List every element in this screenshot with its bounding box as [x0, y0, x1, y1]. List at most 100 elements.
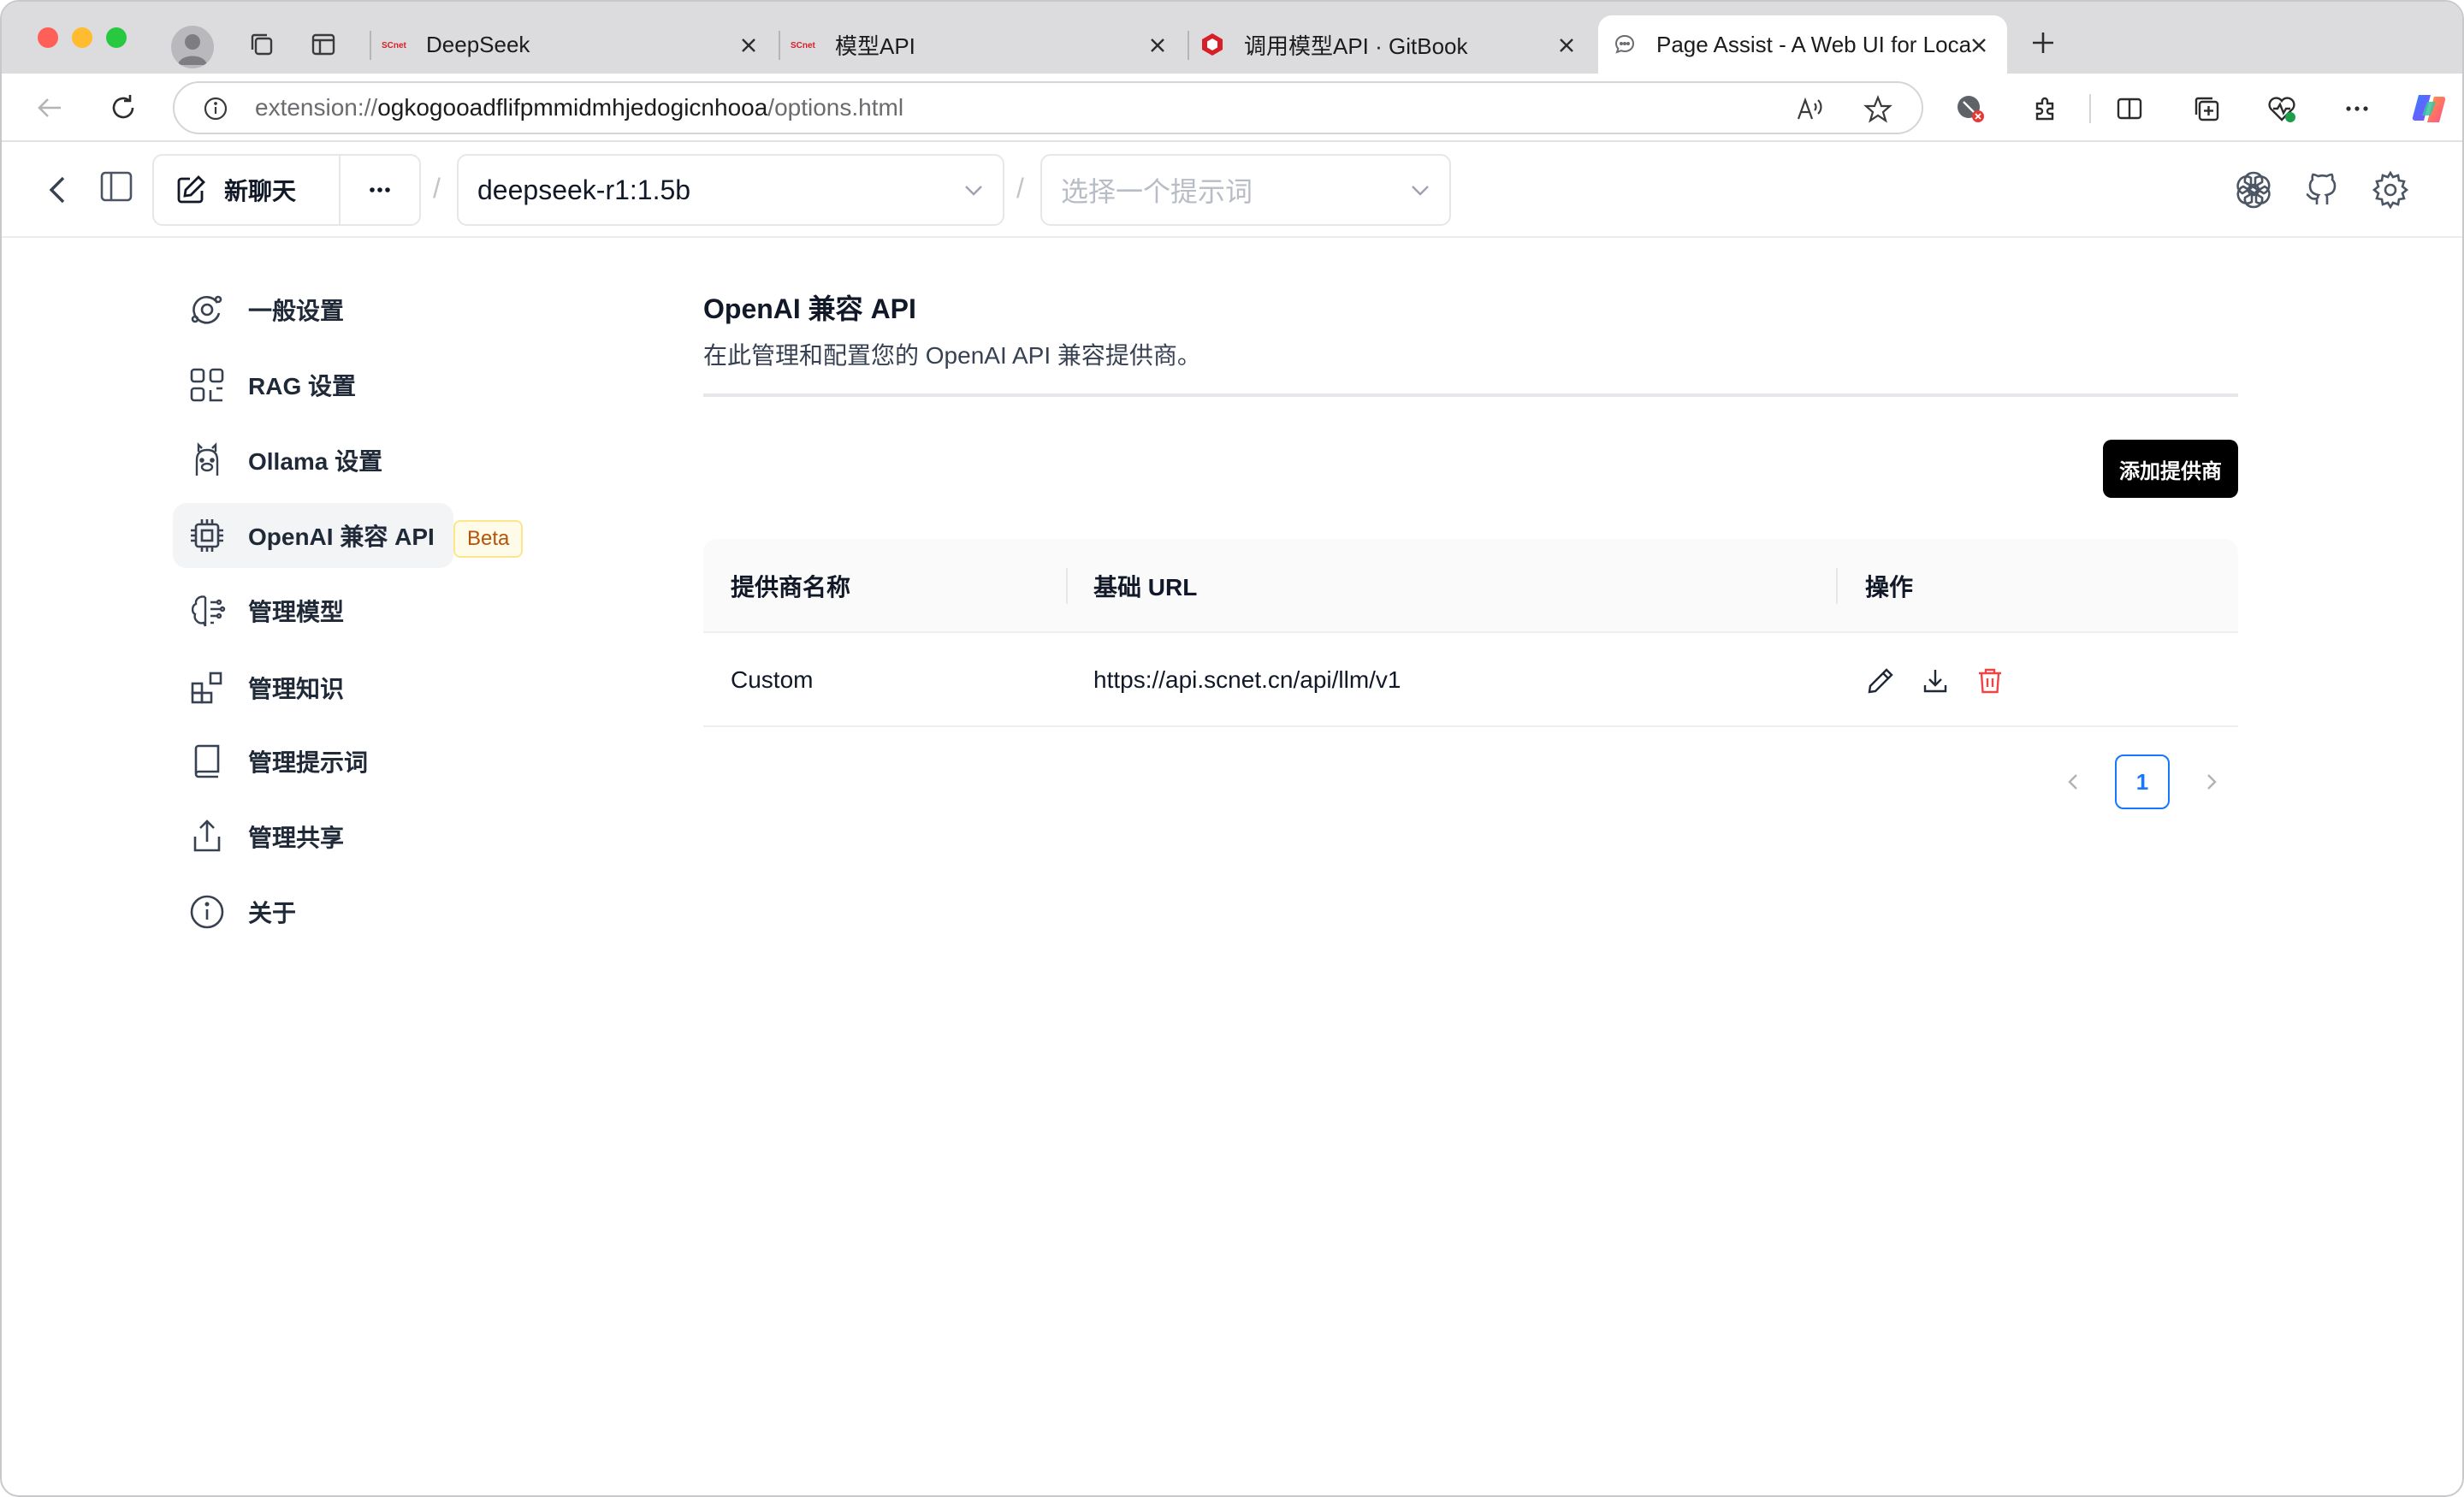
sidebar-item-label: 管理知识	[248, 676, 345, 702]
reload-icon[interactable]	[106, 91, 140, 125]
split-screen-icon[interactable]	[2112, 91, 2147, 127]
person-icon	[178, 34, 207, 65]
providers-table: 提供商名称 基础 URL 操作 Custom https://api.scnet…	[703, 539, 2238, 727]
close-icon[interactable]	[734, 31, 763, 60]
next-page-chevron-icon[interactable]	[2197, 768, 2224, 796]
new-chat-group: 新聊天	[152, 154, 421, 226]
add-provider-button[interactable]: 添加提供商	[2103, 440, 2238, 498]
close-icon[interactable]	[1964, 31, 1993, 60]
browser-tab-page-assist[interactable]: Page Assist - A Web UI for Loca	[1598, 15, 2007, 74]
section-divider	[703, 393, 2238, 397]
more-options-button[interactable]	[341, 156, 419, 224]
browser-tab-deepseek[interactable]: SCnet DeepSeek	[378, 15, 777, 74]
tab-title: 调用模型API · GitBook	[1244, 33, 1468, 59]
column-header-actions: 操作	[1865, 574, 1914, 601]
page-number-current[interactable]: 1	[2115, 754, 2170, 809]
back-arrow-icon[interactable]	[33, 91, 67, 125]
tab-title: Page Assist - A Web UI for Loca	[1656, 31, 1972, 57]
address-url: extension://ogkogooadflifpmmidmhjedogicn…	[255, 94, 904, 121]
sidebar-item-label: 关于	[248, 900, 297, 926]
toolbar-separator	[2089, 94, 2091, 123]
blocked-extension-icon[interactable]	[1952, 91, 1988, 127]
page-title: OpenAI 兼容 API	[703, 293, 916, 324]
column-divider	[1836, 568, 1838, 604]
sidebar-item-label: RAG 设置	[248, 373, 357, 399]
sidebar-toggle-icon[interactable]	[94, 164, 139, 209]
sidebar-item-label: 管理提示词	[248, 749, 369, 776]
sidebar-item-about[interactable]: 关于	[173, 879, 296, 944]
more-menu-icon[interactable]	[2339, 91, 2375, 127]
read-aloud-icon[interactable]	[1793, 93, 1826, 126]
scnet-icon: SCnet	[791, 32, 816, 57]
extensions-puzzle-icon[interactable]	[2028, 91, 2064, 127]
github-icon[interactable]	[2300, 168, 2344, 212]
close-icon[interactable]	[1552, 31, 1581, 60]
chat-bubble-icon	[1612, 32, 1638, 57]
column-header-url: 基础 URL	[1093, 574, 1198, 601]
prev-page-chevron-icon[interactable]	[2060, 768, 2088, 796]
settings-gear-icon[interactable]	[2368, 168, 2413, 212]
tab-title: 模型API	[835, 33, 915, 59]
info-icon[interactable]	[202, 95, 229, 122]
tab-separator	[779, 31, 780, 60]
ellipsis-icon	[370, 187, 390, 192]
sidebar-item-label: 一般设置	[248, 298, 345, 324]
openai-logo-icon[interactable]	[2231, 168, 2276, 212]
info-icon	[187, 891, 228, 932]
brain-icon	[187, 590, 228, 631]
sidebar-item-models[interactable]: 管理模型	[173, 578, 344, 643]
browser-essentials-icon[interactable]	[2264, 91, 2300, 127]
edit-pencil-icon[interactable]	[1865, 666, 1896, 696]
profile-avatar[interactable]	[171, 26, 214, 68]
collections-icon[interactable]	[2189, 91, 2224, 127]
new-chat-label: 新聊天	[224, 178, 297, 204]
sidebar-item-label: 管理模型	[248, 599, 345, 625]
scan-icon	[187, 364, 228, 405]
new-chat-button[interactable]: 新聊天	[154, 156, 341, 224]
browser-tab-gitbook[interactable]: 调用模型API · GitBook	[1196, 15, 1595, 74]
close-icon[interactable]	[1143, 31, 1172, 60]
prompt-select[interactable]: 选择一个提示词	[1040, 154, 1451, 226]
share-icon	[187, 816, 228, 857]
model-select-value: deepseek-r1:1.5b	[477, 174, 691, 205]
sidebar-item-openai[interactable]: OpenAI 兼容 API	[173, 503, 453, 568]
browser-toolbar: extension://ogkogooadflifpmmidmhjedogicn…	[2, 74, 2462, 142]
sidebar-item-general[interactable]: 一般设置	[173, 277, 344, 342]
close-window-button[interactable]	[38, 27, 58, 48]
download-icon[interactable]	[1920, 666, 1951, 696]
sidebar-item-prompts[interactable]: 管理提示词	[173, 729, 368, 794]
table-row: Custom https://api.scnet.cn/api/llm/v1	[703, 633, 2238, 727]
cpu-chip-icon	[187, 515, 228, 556]
blocks-icon	[187, 667, 228, 708]
tab-bar: SCnet DeepSeek SCnet 模型API 调用模型API · Git…	[2, 2, 2462, 74]
book-icon	[187, 741, 228, 782]
sidebar-item-ollama[interactable]: Ollama 设置	[173, 428, 382, 493]
new-tab-plus-icon[interactable]	[2026, 26, 2060, 60]
delete-trash-icon[interactable]	[1975, 666, 2005, 696]
back-chevron-icon[interactable]	[36, 168, 80, 212]
sidebar-item-knowledge[interactable]: 管理知识	[173, 655, 344, 720]
vertical-tabs-icon[interactable]	[306, 27, 341, 62]
workspaces-icon[interactable]	[245, 27, 279, 62]
column-divider	[1066, 568, 1068, 604]
maximize-window-button[interactable]	[106, 27, 127, 48]
copilot-icon[interactable]	[2409, 89, 2449, 128]
page-subtitle: 在此管理和配置您的 OpenAI API 兼容提供商。	[703, 342, 1201, 369]
svg-text:SCnet: SCnet	[382, 41, 407, 50]
minimize-window-button[interactable]	[72, 27, 92, 48]
column-header-name: 提供商名称	[731, 574, 851, 601]
tab-separator	[370, 31, 371, 60]
favorite-star-icon[interactable]	[1862, 93, 1894, 126]
browser-window: SCnet DeepSeek SCnet 模型API 调用模型API · Git…	[0, 0, 2464, 1497]
tab-separator	[1188, 31, 1189, 60]
model-select[interactable]: deepseek-r1:1.5b	[457, 154, 1004, 226]
prompt-select-placeholder: 选择一个提示词	[1061, 176, 1253, 207]
sidebar-item-share[interactable]: 管理共享	[173, 804, 344, 869]
edit-square-icon	[177, 175, 205, 204]
tab-title: DeepSeek	[426, 31, 530, 57]
address-bar[interactable]: extension://ogkogooadflifpmmidmhjedogicn…	[173, 81, 1923, 134]
sidebar-item-rag[interactable]: RAG 设置	[173, 352, 356, 417]
sidebar-item-label: Ollama 设置	[248, 448, 383, 475]
table-header: 提供商名称 基础 URL 操作	[703, 539, 2238, 633]
browser-tab-model-api[interactable]: SCnet 模型API	[787, 15, 1186, 74]
